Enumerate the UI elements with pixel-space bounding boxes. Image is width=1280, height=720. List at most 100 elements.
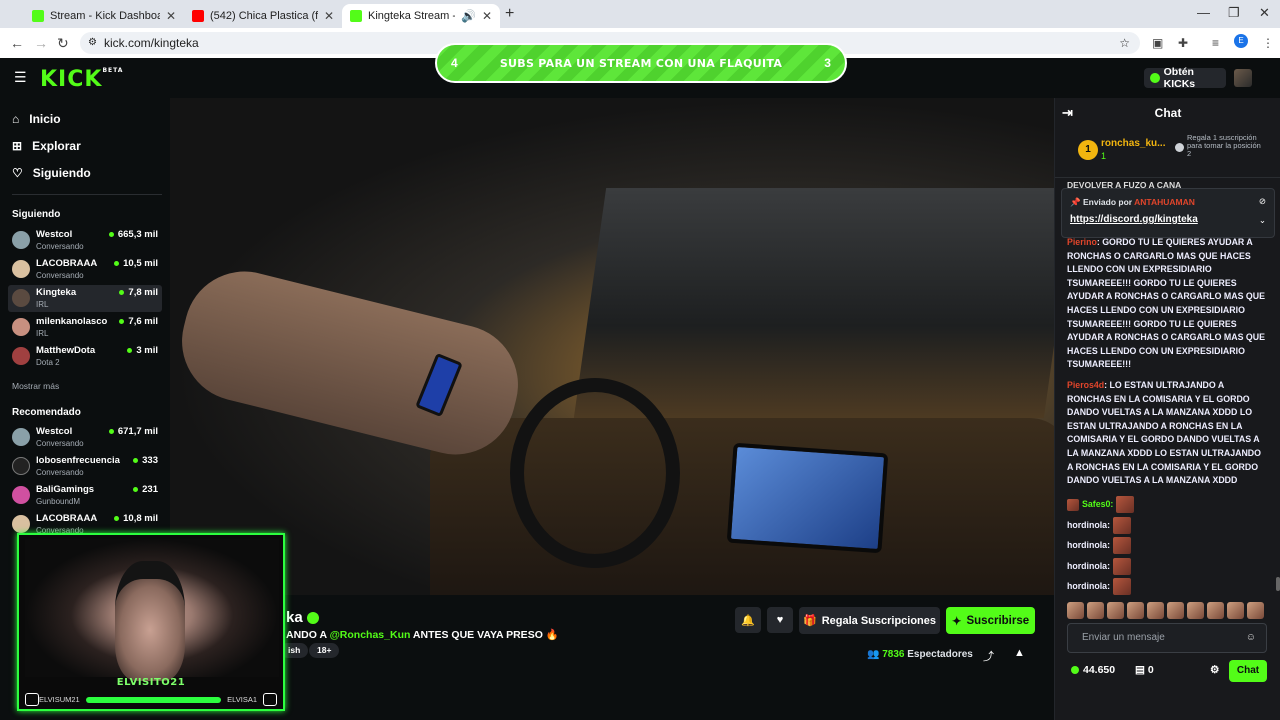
subscribe-button[interactable]: ✦ Suscribirse <box>946 607 1035 634</box>
quick-emote[interactable] <box>1067 602 1084 619</box>
browser-tab-dashboard[interactable]: Stream - Kick Dashboard ✕ <box>24 4 184 28</box>
emote <box>1113 516 1132 534</box>
channel-item-matthewdota[interactable]: MatthewDota Dota 2 3 mil <box>8 343 162 370</box>
profile-avatar[interactable]: E <box>1234 34 1248 48</box>
channel-name: BaliGamings <box>36 484 95 495</box>
expand-chevron-icon[interactable]: ⌄ <box>1259 215 1266 226</box>
gear-icon[interactable]: ⚙ <box>1210 664 1219 676</box>
quick-emote[interactable] <box>1107 602 1124 619</box>
emoji-picker-icon[interactable]: ☺ <box>1246 624 1256 652</box>
sidebar-item-label: Inicio <box>29 112 61 126</box>
hide-eye-icon[interactable]: ⊘ <box>1259 196 1266 207</box>
bookmark-star-icon[interactable]: ☆ <box>1119 32 1130 54</box>
quick-emote[interactable] <box>1227 602 1244 619</box>
channel-category: Conversando <box>36 242 84 251</box>
channel-points[interactable]: 44.650 <box>1071 664 1115 676</box>
extension-icon[interactable]: ▣ <box>1152 36 1163 50</box>
browser-tab-kingteka[interactable]: Kingteka Stream - Watch Li 🔊 ✕ <box>342 4 500 28</box>
gift-subs-button[interactable]: 🎁 Regala Suscripciones <box>799 607 940 634</box>
follow-heart-button[interactable]: ♥ <box>767 607 793 633</box>
channel-item-baligamings[interactable]: BaliGamings GunboundM 231 <box>8 482 162 509</box>
video-player[interactable] <box>170 98 1054 595</box>
channel-category: IRL <box>36 329 49 338</box>
chat-username[interactable]: Pieros4d <box>1067 380 1104 390</box>
quick-emote[interactable] <box>1087 602 1104 619</box>
chat-username[interactable]: hordinola: <box>1067 560 1110 574</box>
show-more-link[interactable]: Mostrar más <box>12 381 59 391</box>
channel-name: Westcol <box>36 229 73 240</box>
drops-counter[interactable]: ▤ 0 <box>1135 664 1154 676</box>
top-gifter-name[interactable]: ronchas_ku... <box>1101 138 1165 149</box>
chat-title: Chat <box>1154 106 1182 120</box>
new-tab-button[interactable]: + <box>505 5 514 23</box>
audio-icon[interactable]: 🔊 <box>461 9 476 23</box>
stream-tag[interactable]: 18+ <box>309 643 340 658</box>
channel-avatar <box>12 347 30 365</box>
chat-username[interactable]: Safes0: <box>1082 498 1113 512</box>
back-icon[interactable]: ← <box>10 35 24 51</box>
get-kicks-button[interactable]: Obtén KICKs <box>1144 66 1226 90</box>
chat-message: Pierino: GORDO TU LE QUIERES AYUDAR A RO… <box>1067 237 1265 370</box>
channel-avatar <box>12 515 30 533</box>
sidebar-item-siguiendo[interactable]: ♡ Siguiendo <box>12 166 91 180</box>
pin-icon: 📌 <box>1070 197 1081 207</box>
close-tab-icon[interactable]: ✕ <box>166 9 176 23</box>
user-avatar[interactable] <box>1234 69 1252 87</box>
pinned-message[interactable]: 📌 Enviado por ANTAHUAMAN ⊘ https://disco… <box>1061 188 1275 238</box>
quick-emote[interactable] <box>1147 602 1164 619</box>
channel-item-lobosenfrecuencia[interactable]: lobosenfrecuencia Conversando 333 <box>8 453 162 480</box>
media-icon[interactable]: ≡ <box>1212 36 1219 50</box>
pinned-by-label: Enviado por <box>1082 197 1133 207</box>
verified-badge-icon <box>306 612 319 625</box>
sidebar-item-explorar[interactable]: ⊞ Explorar <box>12 139 81 153</box>
puzzle-icon[interactable]: ✚ <box>1178 36 1188 50</box>
quick-emote[interactable] <box>1127 602 1144 619</box>
sidebar-item-inicio[interactable]: ⌂ Inicio <box>12 112 61 126</box>
menu-dots-icon[interactable]: ⋮ <box>1262 36 1274 50</box>
pinned-link[interactable]: https://discord.gg/kingteka <box>1070 214 1198 225</box>
close-tab-icon[interactable]: ✕ <box>324 9 334 23</box>
decor-bar <box>85 696 222 703</box>
quick-emote[interactable] <box>1247 602 1264 619</box>
minimize-icon[interactable]: — <box>1197 5 1210 20</box>
close-window-icon[interactable]: ✕ <box>1259 5 1270 21</box>
quick-emote[interactable] <box>1187 602 1204 619</box>
chat-username[interactable]: hordinola: <box>1067 580 1110 594</box>
notification-bell-button[interactable]: 🔔 <box>735 607 761 633</box>
channel-item-milenkanolasco[interactable]: milenkanolasco IRL 7,6 mil <box>8 314 162 341</box>
report-warning-icon[interactable]: ▲ <box>1014 647 1025 659</box>
chat-username[interactable]: Pierino <box>1067 237 1097 247</box>
chat-message: hordinola: <box>1067 577 1269 598</box>
gift-prompt[interactable]: Regala 1 suscripción para tomar la posic… <box>1175 134 1267 158</box>
forward-icon[interactable]: → <box>34 35 48 51</box>
quick-emote[interactable] <box>1167 602 1184 619</box>
title-mention[interactable]: @Ronchas_Kun <box>330 629 411 641</box>
chat-input[interactable]: Enviar un mensaje ☺ <box>1067 623 1267 653</box>
pinned-by-user[interactable]: ANTAHUAMAN <box>1134 197 1195 207</box>
channel-item-westcol[interactable]: Westcol Conversando 665,3 mil <box>8 227 162 254</box>
quick-emote[interactable] <box>1207 602 1224 619</box>
tab-title: Kingteka Stream - Watch Li <box>368 10 455 22</box>
browser-tab-youtube[interactable]: (542) Chica Plastica (feat. Yaga ✕ <box>184 4 342 28</box>
sidebar-item-label: Siguiendo <box>32 166 91 180</box>
channel-item-kingteka[interactable]: Kingteka IRL 7,8 mil <box>8 285 162 312</box>
browser-tab-bar: Stream - Kick Dashboard ✕ (542) Chica Pl… <box>0 0 1280 28</box>
close-tab-icon[interactable]: ✕ <box>482 9 492 23</box>
chat-message: Pieros4d: LO ESTAN ULTRAJANDO A RONCHAS … <box>1067 379 1262 486</box>
subscribe-label: Suscribirse <box>966 614 1030 627</box>
send-chat-button[interactable]: Chat <box>1229 660 1267 682</box>
scrollbar-thumb[interactable] <box>1276 577 1280 591</box>
maximize-icon[interactable]: ❐ <box>1228 5 1240 21</box>
emote <box>1113 537 1132 555</box>
kick-logo[interactable]: KICKBETA <box>40 67 123 92</box>
site-info-icon[interactable]: ⚙ <box>88 32 97 54</box>
chat-username[interactable]: hordinola: <box>1067 539 1110 553</box>
share-icon[interactable]: ⤴ <box>983 648 994 664</box>
hamburger-menu-icon[interactable]: ☰ <box>14 69 27 86</box>
collapse-chat-icon[interactable]: ⇥ <box>1062 98 1073 128</box>
streamer-name[interactable]: ka <box>286 609 319 626</box>
channel-item-lacobraaa[interactable]: LACOBRAAA Conversando 10,5 mil <box>8 256 162 283</box>
channel-item-westcol-rec[interactable]: Westcol Conversando 671,7 mil <box>8 424 162 451</box>
chat-username[interactable]: hordinola: <box>1067 519 1110 533</box>
reload-icon[interactable]: ↻ <box>57 35 69 52</box>
